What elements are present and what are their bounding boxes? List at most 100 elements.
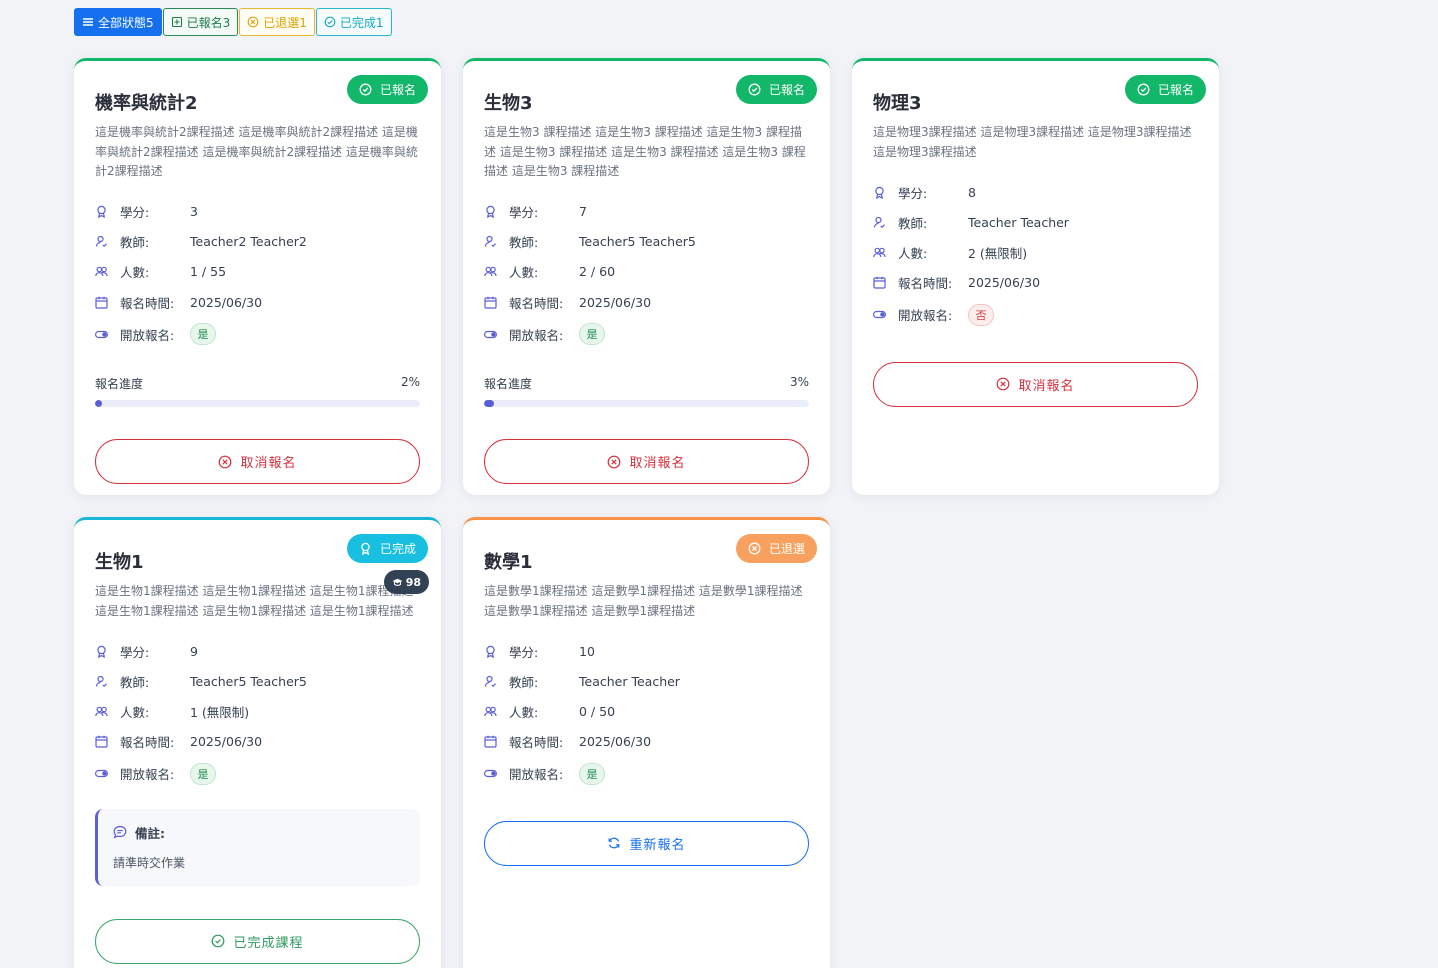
people-value: 2 / 60 (579, 264, 616, 280)
filter-registered-button[interactable]: 已報名3 (162, 8, 239, 36)
re-register-button[interactable]: 重新報名 (484, 820, 809, 866)
x-circle-icon (219, 455, 232, 469)
user-check-icon (484, 675, 496, 687)
cancel-registration-label: 取消報名 (1018, 378, 1075, 394)
course-description: 這是生物3 課程描述 這是生物3 課程描述 這是生物3 課程描述 這是生物3 課… (484, 125, 806, 178)
credits-label: 學分: (509, 205, 539, 221)
teacher-value: Teacher2 Teacher2 (190, 234, 307, 250)
calendar-icon (484, 735, 497, 748)
open-reg-pill: 是 (190, 323, 216, 346)
course-description: 這是數學1課程描述 這是數學1課程描述 這是數學1課程描述 這是數學1課程描述 … (484, 584, 803, 618)
calendar-icon (95, 735, 108, 748)
teacher-value: Teacher5 Teacher5 (190, 673, 307, 689)
filter-completed-button[interactable]: 已完成1 (315, 8, 392, 36)
toggle-icon (484, 330, 497, 338)
user-check-icon (873, 216, 885, 228)
people-row: 人數: 2 / 60 (484, 257, 809, 287)
people-value: 1 / 55 (190, 264, 227, 280)
course-card: 已退選 數學1 這是數學1課程描述 這是數學1課程描述 這是數學1課程描述 這是… (463, 517, 830, 968)
people-label: 人數: (898, 245, 928, 261)
cancel-registration-button[interactable]: 取消報名 (95, 439, 420, 485)
filter-all-button[interactable]: 全部狀態5 (74, 8, 162, 36)
teacher-label: 教師: (120, 674, 150, 690)
reg-time-label: 報名時間: (509, 735, 564, 751)
status-badge: 已完成 (346, 534, 428, 563)
users-icon (95, 267, 108, 277)
open-reg-pill: 是 (190, 762, 216, 785)
toggle-icon (95, 770, 108, 778)
filter-completed-label: 已完成1 (339, 15, 384, 30)
teacher-value: Teacher5 Teacher5 (579, 234, 696, 250)
open-reg-label: 開放報名: (120, 327, 175, 343)
cancel-registration-label: 取消報名 (240, 456, 297, 472)
open-reg-label: 開放報名: (898, 308, 953, 324)
status-badge-label: 已報名 (1157, 83, 1194, 97)
calendar-icon (484, 296, 497, 309)
teacher-row: 教師: Teacher2 Teacher2 (95, 227, 420, 257)
course-description: 這是生物1課程描述 這是生物1課程描述 這是生物1課程描述 這是生物1課程描述 … (95, 584, 414, 618)
reg-time-row: 報名時間: 2025/06/30 (484, 287, 809, 317)
progress-track (95, 400, 420, 408)
credits-value: 7 (579, 204, 587, 220)
x-circle-icon (748, 542, 761, 555)
progress-percent: 3% (789, 375, 809, 390)
award-icon (875, 186, 884, 199)
teacher-row: 教師: Teacher5 Teacher5 (484, 227, 809, 257)
people-row: 人數: 0 / 50 (484, 696, 809, 726)
users-icon (484, 706, 497, 717)
status-badge: 已退選 (735, 534, 817, 563)
note-box: 備註: 請準時交作業 (95, 808, 420, 886)
open-reg-row: 開放報名: 是 (95, 317, 420, 351)
filter-withdrawn-button[interactable]: 已退選1 (239, 8, 315, 36)
people-label: 人數: (120, 265, 150, 281)
status-badge-label: 已報名 (379, 83, 416, 97)
credits-value: 9 (190, 643, 198, 659)
course-description: 這是機率與統計2課程描述 這是機率與統計2課程描述 這是機率與統計2課程描述 這… (95, 125, 418, 178)
check-circle-icon (359, 83, 372, 96)
status-badge-label: 已退選 (768, 542, 805, 556)
progress-label: 報名進度 (95, 377, 144, 392)
plus-square-icon (171, 16, 182, 28)
teacher-label: 教師: (509, 235, 539, 251)
user-check-icon (95, 236, 107, 248)
credits-label: 學分: (120, 644, 150, 660)
status-badge-label: 已報名 (768, 83, 805, 97)
reg-time-row: 報名時間: 2025/06/30 (484, 727, 809, 757)
graduation-cap-icon (392, 578, 403, 586)
reg-time-label: 報名時間: (509, 295, 564, 311)
credits-row: 學分: 9 (95, 636, 420, 666)
open-reg-pill: 否 (968, 303, 994, 326)
credits-value: 10 (579, 643, 595, 659)
filter-withdrawn-label: 已退選1 (263, 15, 307, 30)
credits-row: 學分: 10 (484, 636, 809, 666)
x-circle-icon (247, 16, 259, 28)
users-icon (484, 267, 497, 277)
users-icon (95, 706, 108, 717)
open-reg-pill: 是 (579, 323, 605, 346)
toggle-icon (95, 330, 108, 338)
reg-time-label: 報名時間: (898, 276, 953, 292)
x-circle-icon (608, 455, 621, 469)
credits-label: 學分: (120, 205, 150, 221)
credits-label: 學分: (509, 644, 539, 660)
cancel-registration-button[interactable]: 取消報名 (484, 439, 809, 485)
note-label: 備註: (135, 825, 165, 841)
people-row: 人數: 2 (無限制) (873, 237, 1198, 267)
open-reg-label: 開放報名: (120, 767, 175, 783)
people-value: 1 (無限制) (190, 704, 250, 720)
award-icon (486, 645, 495, 658)
teacher-row: 教師: Teacher Teacher (484, 666, 809, 696)
progress-fill (95, 400, 102, 408)
cancel-registration-button[interactable]: 取消報名 (873, 361, 1198, 407)
teacher-value: Teacher Teacher (968, 214, 1069, 230)
reg-time-value: 2025/06/30 (190, 734, 263, 750)
credits-row: 學分: 3 (95, 197, 420, 227)
progress-label: 報名進度 (484, 377, 533, 392)
award-icon (361, 542, 370, 555)
message-icon (113, 826, 127, 839)
course-description: 這是物理3課程描述 這是物理3課程描述 這是物理3課程描述 這是物理3課程描述 (873, 125, 1192, 159)
status-badge: 已報名 (735, 75, 817, 104)
teacher-label: 教師: (509, 674, 539, 690)
people-value: 0 / 50 (579, 703, 616, 719)
completed-course-button[interactable]: 已完成課程 (95, 918, 420, 964)
